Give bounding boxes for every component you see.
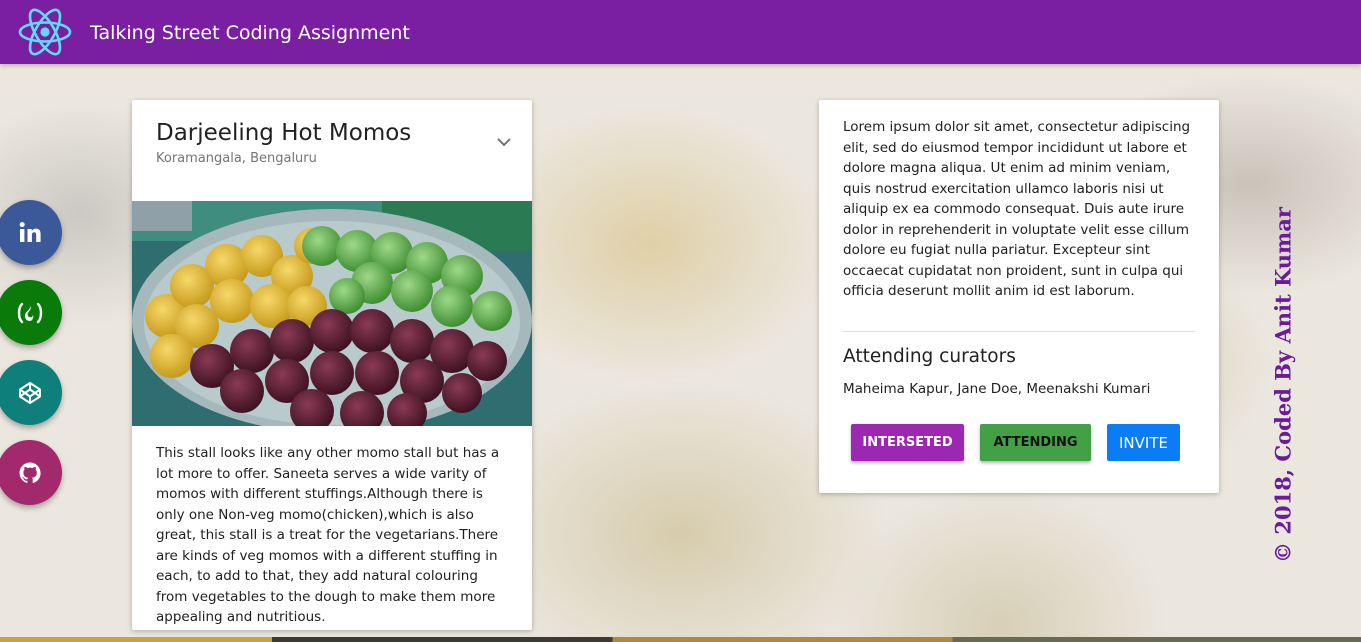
freecodecamp-icon [17, 302, 42, 323]
app-bar: Talking Street Coding Assignment [0, 0, 1361, 64]
github-button[interactable] [0, 440, 62, 505]
interested-button[interactable]: INTERSETED [851, 424, 964, 461]
chevron-down-icon[interactable] [494, 134, 514, 150]
curators-list: Maheima Kapur, Jane Doe, Meenakshi Kumar… [843, 381, 1151, 397]
divider [843, 331, 1195, 332]
event-description: Lorem ipsum dolor sit amet, consectetur … [843, 119, 1191, 299]
app-title: Talking Street Coding Assignment [90, 22, 410, 44]
freecodecamp-button[interactable] [0, 280, 62, 345]
momos-image [132, 201, 532, 426]
invite-button[interactable]: INVITE [1107, 424, 1180, 461]
curators-heading: Attending curators [843, 346, 1016, 367]
stall-description: This stall looks like any other momo sta… [156, 445, 500, 625]
github-icon [19, 462, 41, 483]
details-card: Lorem ipsum dolor sit amet, consectetur … [819, 100, 1219, 493]
background-stripe [0, 637, 1361, 642]
stall-title: Darjeeling Hot Momos [156, 120, 412, 146]
react-atom-icon[interactable] [17, 6, 73, 58]
credit-text: © 2018, Coded By Anit Kumar [1270, 207, 1296, 563]
stall-location: Koramangala, Bengaluru [156, 151, 317, 166]
attending-button[interactable]: ATTENDING [980, 424, 1091, 461]
linkedin-button[interactable] [0, 200, 62, 265]
linkedin-icon [19, 221, 41, 242]
stall-card: Darjeeling Hot Momos Koramangala, Bengal… [132, 100, 532, 630]
codepen-icon [18, 381, 41, 404]
codepen-button[interactable] [0, 360, 62, 425]
